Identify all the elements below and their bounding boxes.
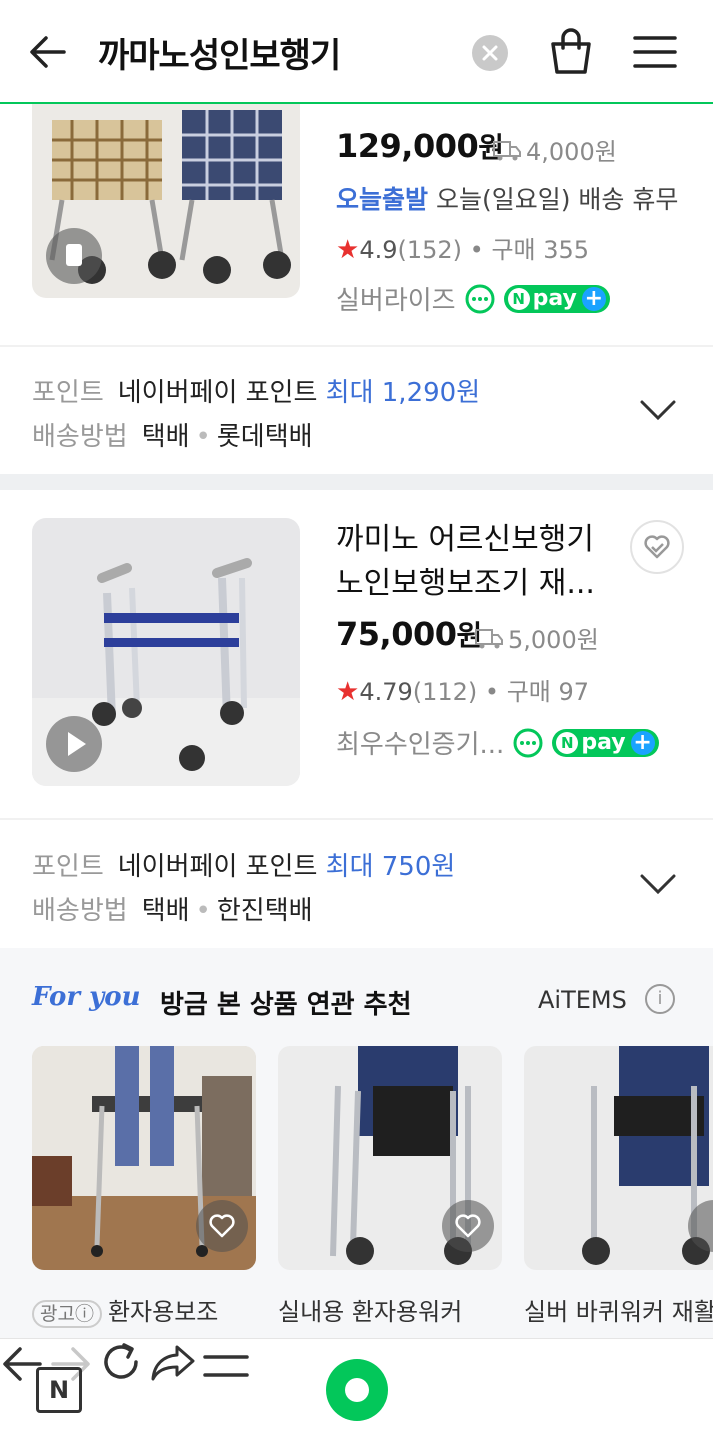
chat-icon[interactable]: [464, 283, 496, 315]
today-note: 오늘(일요일) 배송 휴무: [435, 185, 679, 214]
seller-name[interactable]: 실버라이즈: [336, 280, 456, 317]
chevron-down-icon[interactable]: [638, 398, 678, 422]
reload-icon[interactable]: [98, 1339, 144, 1385]
delivery-row: 배송방법 택배 • 롯데택배: [32, 422, 313, 452]
menu-icon[interactable]: [632, 30, 678, 74]
green-dot-button[interactable]: [326, 1359, 388, 1421]
today-badge: 오늘출발: [336, 185, 429, 214]
recommend-item-label[interactable]: 실내용 환자용워커: [278, 1292, 462, 1327]
info-icon[interactable]: i: [645, 984, 675, 1014]
aitems-label: AiTEMS: [538, 986, 627, 1014]
product-rating: ★4.9(152) • 구매 355: [336, 235, 590, 265]
npay-badge: Npay +: [503, 284, 610, 313]
back-arrow-icon[interactable]: [26, 30, 70, 74]
image-badge-icon: [46, 228, 102, 284]
product-image[interactable]: [32, 90, 300, 298]
truck-icon: [475, 628, 503, 648]
today-shipping: 오늘출발 오늘(일요일) 배송 휴무: [336, 180, 678, 216]
for-you-label: For you: [32, 982, 141, 1012]
divider: [0, 818, 713, 820]
seller-name[interactable]: 최우수인증기...: [336, 724, 504, 761]
clear-icon[interactable]: [472, 35, 508, 71]
shipping-fee: 4,000원: [492, 132, 617, 167]
chevron-down-icon[interactable]: [638, 872, 678, 896]
recommendation-title: 방금 본 상품 연관 추천: [160, 990, 412, 1020]
browser-toolbar: N: [0, 1338, 713, 1440]
menu-icon[interactable]: [202, 1349, 250, 1385]
play-icon[interactable]: [46, 716, 102, 772]
seller-row[interactable]: 실버라이즈 Npay +: [336, 280, 610, 317]
heart-icon[interactable]: [442, 1200, 494, 1252]
recommendation-section: For you 방금 본 상품 연관 추천 AiTEMS i 광고ⓘ 환자용보조 …: [0, 948, 713, 1338]
recommend-item-image[interactable]: [524, 1046, 713, 1270]
shopping-bag-icon[interactable]: [548, 26, 594, 76]
heart-icon[interactable]: [196, 1200, 248, 1252]
recommend-item-label[interactable]: 광고ⓘ 환자용보조: [32, 1292, 218, 1328]
naver-home-icon[interactable]: N: [36, 1367, 82, 1413]
seller-row[interactable]: 최우수인증기... Npay +: [336, 724, 659, 761]
shipping-fee: 5,000원: [474, 620, 599, 655]
recommend-item-label[interactable]: 실버 바퀴워커 재활: [524, 1292, 713, 1327]
product-title[interactable]: 까미노 어르신보행기 노인보행보조기 재...: [336, 518, 606, 606]
points-row: 포인트 네이버페이 포인트 최대 750원: [32, 852, 456, 882]
product-price: 129,000원: [336, 127, 504, 165]
naver-n-icon: N: [556, 731, 579, 754]
truck-icon: [493, 140, 521, 160]
section-gap: [0, 474, 713, 490]
divider: [0, 345, 713, 347]
product-rating: ★4.79(112) • 구매 97: [336, 677, 590, 707]
share-icon[interactable]: [149, 1339, 197, 1385]
search-header: 까마노성인보행기: [0, 0, 713, 104]
delivery-row: 배송방법 택배 • 한진택배: [32, 896, 313, 926]
heart-icon[interactable]: [630, 520, 684, 574]
search-query[interactable]: 까마노성인보행기: [98, 28, 341, 77]
chat-icon[interactable]: [512, 727, 544, 759]
product-price: 75,000원: [336, 615, 482, 653]
npay-badge: Npay +: [552, 728, 659, 757]
product-image[interactable]: [32, 518, 300, 786]
naver-n-icon: N: [507, 287, 530, 310]
points-row: 포인트 네이버페이 포인트 최대 1,290원: [32, 378, 481, 408]
ad-badge[interactable]: 광고ⓘ: [32, 1300, 102, 1328]
